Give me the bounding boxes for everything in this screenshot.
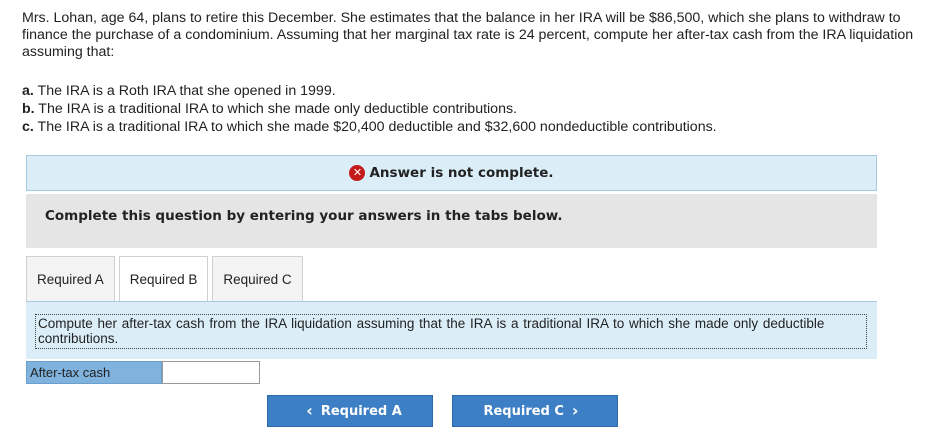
chevron-left-icon: ‹: [306, 401, 313, 420]
next-required-c-button[interactable]: Required C ›: [452, 395, 618, 427]
instruction-box: Complete this question by entering your …: [26, 194, 877, 248]
after-tax-cash-label: After-tax cash: [26, 361, 162, 384]
question-text: Mrs. Lohan, age 64, plans to retire this…: [22, 10, 914, 60]
tab-required-a[interactable]: Required A: [26, 256, 115, 301]
part-b: b. The IRA is a traditional IRA to which…: [22, 100, 717, 118]
panel-instruction: Compute her after-tax cash from the IRA …: [35, 314, 867, 349]
prev-required-a-button[interactable]: ‹ Required A: [267, 395, 433, 427]
part-text: The IRA is a traditional IRA to which sh…: [34, 101, 517, 117]
part-letter: a.: [22, 83, 34, 99]
after-tax-cash-input[interactable]: [162, 361, 260, 384]
error-x-icon: ✕: [349, 165, 366, 181]
tab-required-b[interactable]: Required B: [118, 256, 209, 301]
tab-panel: Compute her after-tax cash from the IRA …: [26, 301, 877, 359]
answer-status-banner: ✕ Answer is not complete.: [26, 155, 877, 191]
prev-button-label: Required A: [320, 403, 402, 419]
part-letter: c.: [22, 119, 34, 135]
part-text: The IRA is a Roth IRA that she opened in…: [33, 83, 336, 99]
answer-status-text: Answer is not complete.: [369, 165, 554, 181]
part-a: a. The IRA is a Roth IRA that she opened…: [22, 82, 717, 100]
part-letter: b.: [22, 101, 35, 117]
part-c: c. The IRA is a traditional IRA to which…: [22, 118, 717, 136]
tab-bar: Required A Required B Required C: [26, 256, 303, 301]
part-text: The IRA is a traditional IRA to which sh…: [33, 119, 717, 135]
answer-row: After-tax cash: [26, 361, 260, 384]
question-parts: a. The IRA is a Roth IRA that she opened…: [22, 82, 717, 136]
chevron-right-icon: ›: [571, 401, 579, 420]
next-button-label: Required C: [483, 403, 564, 419]
instruction-text: Complete this question by entering your …: [45, 208, 563, 224]
tab-required-c[interactable]: Required C: [212, 256, 303, 301]
